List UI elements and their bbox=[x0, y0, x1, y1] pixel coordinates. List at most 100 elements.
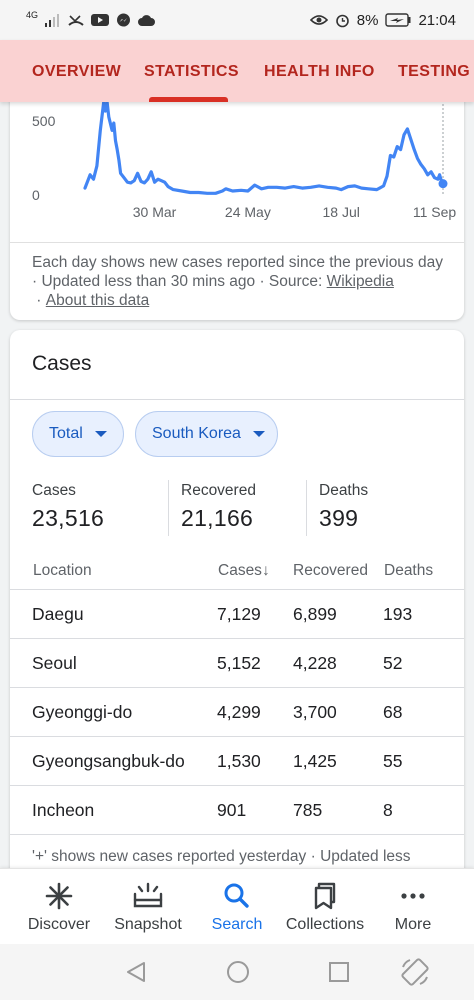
cell-recovered: 1,425 bbox=[293, 751, 337, 771]
column-header-cases-label: Cases bbox=[218, 562, 262, 579]
dropdown-caret-icon bbox=[94, 431, 107, 437]
table-row[interactable]: Seoul 5,152 4,228 52 bbox=[10, 638, 464, 687]
cell-cases: 7,129 bbox=[217, 604, 261, 624]
bottom-navigation: Discover Snapshot Search Collections Mor… bbox=[0, 868, 474, 944]
nav-label: Snapshot bbox=[114, 916, 182, 933]
nav-label: Discover bbox=[27, 916, 91, 933]
collections-icon bbox=[314, 882, 336, 910]
tab-bar: OVERVIEW STATISTICS HEALTH INFO TESTING bbox=[0, 40, 474, 102]
nav-label: More bbox=[394, 916, 432, 933]
data-point-marker bbox=[438, 179, 448, 189]
home-circle-icon[interactable] bbox=[226, 960, 250, 984]
missed-call-icon bbox=[68, 15, 84, 26]
stat-value: 23,516 bbox=[32, 505, 105, 531]
tab-overview[interactable]: OVERVIEW bbox=[32, 40, 121, 102]
cell-deaths: 52 bbox=[383, 653, 403, 673]
tab-health-info[interactable]: HEALTH INFO bbox=[264, 40, 375, 102]
cell-location: Gyeongsangbuk-do bbox=[32, 751, 185, 771]
region-chip-label: South Korea bbox=[152, 425, 241, 442]
cell-cases: 901 bbox=[217, 800, 247, 820]
tab-testing[interactable]: TESTING bbox=[398, 40, 470, 102]
network-type: 4G bbox=[26, 10, 39, 20]
back-triangle-icon[interactable] bbox=[124, 960, 148, 984]
x-tick-label: 24 May bbox=[225, 204, 271, 220]
stat-label: Recovered bbox=[181, 482, 256, 499]
cloud-icon bbox=[138, 15, 156, 26]
stat-value: 399 bbox=[319, 505, 359, 531]
series-line bbox=[83, 100, 445, 195]
active-tab-indicator bbox=[149, 97, 228, 102]
column-header-recovered[interactable]: Recovered bbox=[293, 562, 368, 580]
stat-label: Cases bbox=[32, 482, 76, 499]
stat-value: 21,166 bbox=[181, 505, 254, 531]
column-header-cases[interactable]: Cases↓ bbox=[218, 562, 270, 580]
alarm-icon bbox=[335, 14, 349, 27]
cases-card-title: Cases bbox=[32, 352, 92, 375]
chart-divider bbox=[10, 242, 464, 243]
stat-deaths: Deaths 399 bbox=[319, 482, 368, 532]
cell-location: Incheon bbox=[32, 800, 95, 820]
stat-separator bbox=[306, 480, 307, 536]
x-tick-label: 11 Sep bbox=[413, 204, 457, 220]
stat-cases: Cases 23,516 bbox=[32, 482, 104, 532]
nav-snapshot[interactable]: Snapshot bbox=[101, 869, 195, 945]
y-tick-label: 500 bbox=[32, 113, 56, 129]
table-row[interactable]: Gyeonggi-do 4,299 3,700 68 bbox=[10, 687, 464, 736]
signal-icon bbox=[45, 14, 60, 27]
more-dots-icon bbox=[401, 893, 425, 899]
nav-label: Search bbox=[211, 916, 263, 933]
wikipedia-source-link[interactable]: Wikipedia bbox=[327, 273, 394, 290]
youtube-icon bbox=[91, 14, 110, 26]
cell-cases: 5,152 bbox=[217, 653, 261, 673]
cell-deaths: 68 bbox=[383, 702, 403, 722]
cell-recovered: 6,899 bbox=[293, 604, 337, 624]
stat-separator bbox=[168, 480, 169, 536]
cell-cases: 4,299 bbox=[217, 702, 261, 722]
cell-deaths: 8 bbox=[383, 800, 393, 820]
title-divider bbox=[10, 399, 464, 400]
cell-location: Gyeonggi-do bbox=[32, 702, 133, 722]
y-tick-label: 0 bbox=[32, 187, 40, 203]
table-footnote: '+' shows new cases reported yesterday ·… bbox=[32, 848, 411, 865]
snapshot-icon bbox=[133, 882, 163, 908]
x-tick-label: 30 Mar bbox=[133, 204, 177, 220]
table-row[interactable]: Daegu 7,129 6,899 193 bbox=[10, 589, 464, 638]
column-header-location[interactable]: Location bbox=[33, 562, 92, 580]
region-chip[interactable]: South Korea bbox=[135, 411, 278, 457]
cell-cases: 1,530 bbox=[217, 751, 261, 771]
table-row[interactable]: Gyeongsangbuk-do 1,530 1,425 55 bbox=[10, 736, 464, 785]
x-tick-label: 18 Jul bbox=[323, 204, 360, 220]
recents-square-icon[interactable] bbox=[327, 960, 351, 984]
nav-search[interactable]: Search bbox=[190, 869, 284, 945]
cell-deaths: 55 bbox=[383, 751, 403, 771]
nav-collections[interactable]: Collections bbox=[278, 869, 372, 945]
nav-more[interactable]: More bbox=[366, 869, 460, 945]
nav-label: Collections bbox=[285, 916, 365, 933]
tab-statistics[interactable]: STATISTICS bbox=[144, 40, 239, 102]
dropdown-caret-icon bbox=[252, 431, 265, 437]
search-icon bbox=[224, 883, 249, 908]
table-row[interactable]: Incheon 901 785 8 bbox=[10, 785, 464, 834]
cell-recovered: 785 bbox=[293, 800, 323, 820]
messenger-icon bbox=[117, 13, 131, 26]
battery-percent: 8% bbox=[356, 11, 379, 29]
rotate-screen-icon[interactable] bbox=[400, 957, 430, 987]
battery-charging-icon bbox=[385, 13, 411, 27]
sort-down-arrow-icon: ↓ bbox=[261, 562, 270, 579]
cases-card: Cases Total South Korea Cases 23,516 Rec… bbox=[10, 330, 464, 890]
asterisk-icon bbox=[45, 882, 73, 910]
cell-recovered: 3,700 bbox=[293, 702, 337, 722]
cell-deaths: 193 bbox=[383, 604, 413, 624]
filter-chip-total[interactable]: Total bbox=[32, 411, 124, 457]
column-header-deaths[interactable]: Deaths bbox=[384, 562, 433, 580]
stat-recovered: Recovered 21,166 bbox=[181, 482, 256, 532]
table-bottom-divider bbox=[10, 834, 464, 835]
about-data-link[interactable]: About this data bbox=[46, 292, 149, 309]
stat-label: Deaths bbox=[319, 482, 369, 499]
eye-comfort-icon bbox=[309, 15, 328, 25]
chart-note: Each day shows new cases reported since … bbox=[32, 254, 443, 309]
nav-discover[interactable]: Discover bbox=[12, 869, 106, 945]
filter-chip-label: Total bbox=[49, 425, 83, 442]
cell-recovered: 4,228 bbox=[293, 653, 337, 673]
status-bar: 4G 8% 21:04 bbox=[0, 0, 474, 40]
